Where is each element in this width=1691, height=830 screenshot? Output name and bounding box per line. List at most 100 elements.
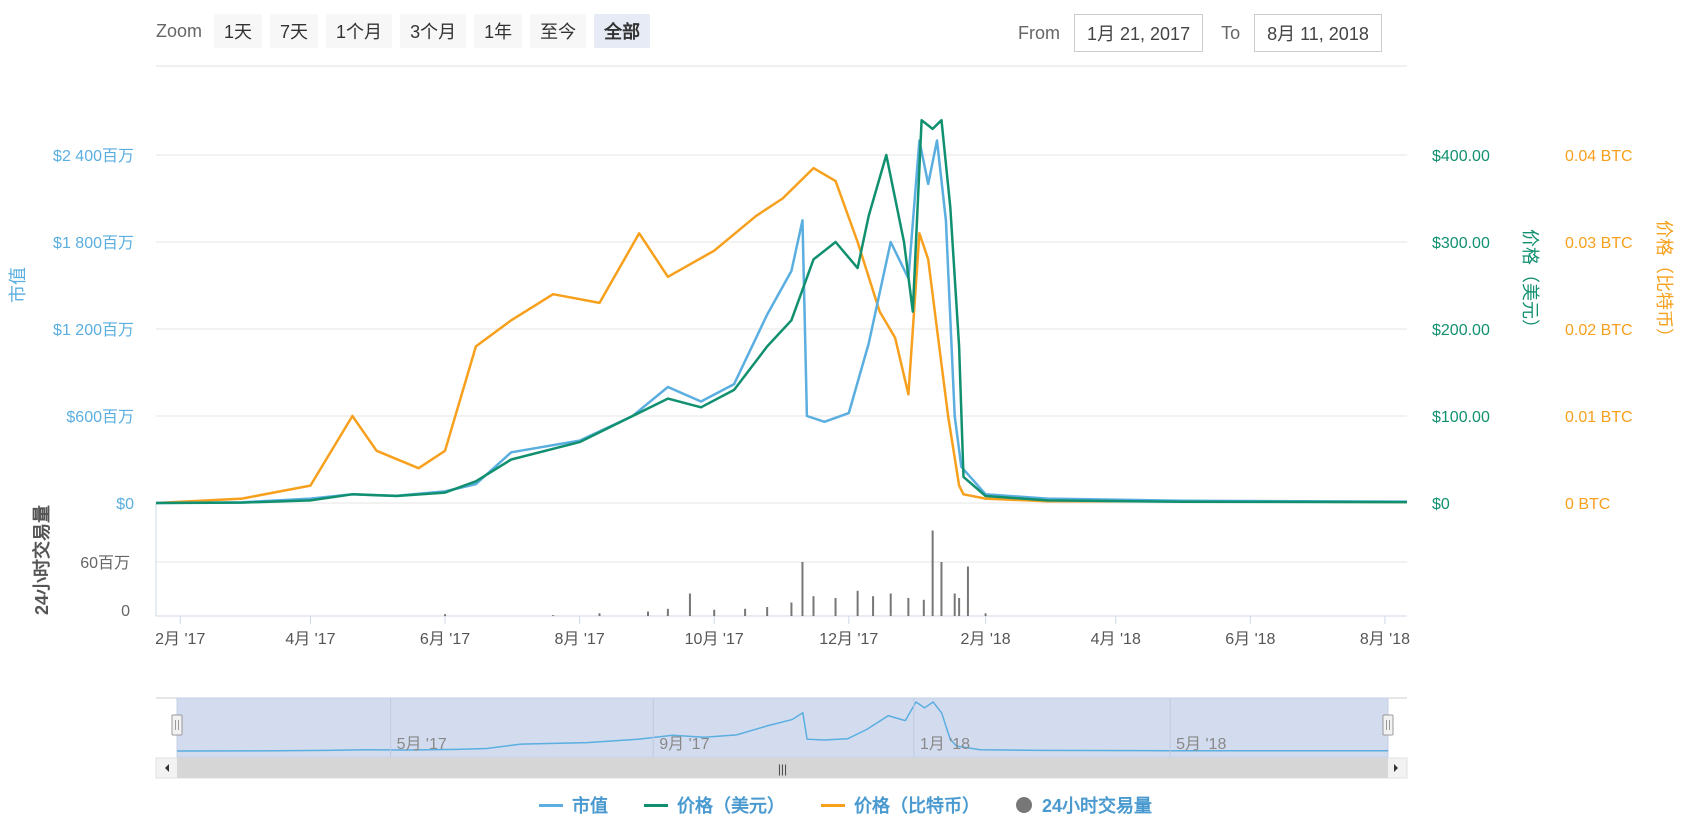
- legend-line-icon: [643, 803, 668, 807]
- from-date-input[interactable]: 1月 21, 2017: [1074, 14, 1204, 52]
- zoom-bar: Zoom 1天 7天 1个月 3个月 1年 至今 全部: [156, 14, 658, 48]
- navigator: 5月 '17 9月 '17 1月 '18 5月 '18 |||: [155, 697, 1408, 779]
- volume-bar: [907, 598, 910, 616]
- y-tick-volume: 0: [121, 603, 130, 620]
- y-tick-market-cap: $600百万: [66, 409, 134, 426]
- volume-bar: [966, 566, 969, 616]
- y-tick-price-usd: $300.00: [1432, 235, 1490, 252]
- y-tick-price-btc: 0.04 BTC: [1565, 148, 1633, 165]
- series-line-price_btc: [155, 166, 1408, 505]
- volume-bar: [552, 615, 555, 616]
- zoom-ytd-button[interactable]: 至今: [530, 14, 587, 48]
- x-tick-label: 6月 '18: [1225, 631, 1275, 648]
- series-line-market_cap: [155, 139, 1408, 505]
- volume-bar: [889, 593, 892, 616]
- y-tick-price-usd: $100.00: [1432, 409, 1490, 426]
- legend-line-icon: [820, 803, 845, 807]
- x-tick-label: 4月 '18: [1091, 631, 1141, 648]
- navigator-selection: [176, 697, 1389, 758]
- navigator-tick-label: 9月 '17: [659, 736, 709, 753]
- series-lines: [155, 118, 1408, 505]
- volume-bar: [444, 614, 447, 616]
- axis-labels: $0 $0 0 BTC $600百万 $100.00 0.01 BTC $1 200百万 $2…: [8, 148, 1674, 648]
- legend-dot-icon: [1015, 797, 1032, 813]
- y-axis-title-market-cap: 市值: [8, 267, 28, 303]
- to-label: To: [1221, 22, 1241, 43]
- x-tick-label: 8月 '17: [555, 631, 605, 648]
- scrollbar-track[interactable]: [155, 757, 1408, 779]
- legend-item-price-usd[interactable]: 价格（美元）: [643, 792, 785, 818]
- volume-bars: [444, 530, 987, 616]
- y-axis-title-price-usd: 价格（美元）: [1520, 229, 1540, 337]
- volume-bar: [984, 613, 987, 616]
- gridlines: [155, 65, 1407, 624]
- volume-bar: [931, 530, 934, 616]
- navigator-tick-label: 1月 '18: [920, 736, 970, 753]
- zoom-all-button[interactable]: 全部: [594, 14, 651, 48]
- legend-line-icon: [538, 803, 563, 807]
- legend-item-price-btc[interactable]: 价格（比特币）: [820, 792, 980, 818]
- navigator-right-handle[interactable]: [1382, 714, 1394, 736]
- to-date-input[interactable]: 8月 11, 2018: [1254, 14, 1382, 52]
- legend: 市值 价格（美元） 价格（比特币） 24小时交易量: [0, 792, 1691, 818]
- legend-label: 24小时交易量: [1041, 796, 1153, 816]
- date-range: From 1月 21, 2017 To 8月 11, 2018: [1018, 14, 1382, 52]
- y-tick-market-cap: $1 200百万: [53, 322, 134, 339]
- x-tick-label: 10月 '17: [685, 631, 744, 648]
- volume-bar: [958, 598, 961, 616]
- zoom-1m-button[interactable]: 1个月: [326, 14, 393, 48]
- volume-bar: [953, 593, 956, 616]
- volume-bar: [766, 607, 769, 616]
- y-tick-price-btc: 0.03 BTC: [1565, 235, 1633, 252]
- volume-bar: [713, 609, 716, 616]
- volume-bar: [812, 596, 815, 616]
- y-axis-title-volume: 24小时交易量: [31, 505, 52, 615]
- zoom-label: Zoom: [156, 20, 203, 41]
- volume-bar: [688, 593, 691, 616]
- volume-bar: [940, 562, 943, 616]
- y-axis-title-price-btc: 价格（比特币）: [1654, 220, 1674, 346]
- scroll-left-icon[interactable]: [165, 764, 169, 772]
- volume-bar: [598, 613, 601, 616]
- navigator-tick-label: 5月 '18: [1176, 736, 1226, 753]
- volume-bar: [790, 602, 793, 616]
- legend-label: 市值: [571, 796, 608, 816]
- volume-bar: [922, 599, 925, 616]
- chart-canvas: $0 $0 0 BTC $600百万 $100.00 0.01 BTC $1 200百万 $2…: [8, 65, 1674, 779]
- y-tick-market-cap: $1 800百万: [53, 235, 134, 252]
- volume-bar: [834, 598, 837, 616]
- volume-bar: [856, 590, 859, 616]
- y-tick-price-usd: $200.00: [1432, 322, 1490, 339]
- legend-item-market-cap[interactable]: 市值: [538, 792, 608, 818]
- volume-bar: [647, 611, 650, 616]
- navigator-tick-label: 5月 '17: [397, 736, 447, 753]
- y-tick-volume: 60百万: [80, 555, 130, 572]
- scroll-right-icon[interactable]: [1394, 764, 1398, 772]
- y-tick-price-btc: 0.02 BTC: [1565, 322, 1633, 339]
- from-label: From: [1018, 22, 1060, 43]
- x-tick-label: 12月 '17: [819, 631, 878, 648]
- zoom-7d-button[interactable]: 7天: [270, 14, 319, 48]
- zoom-1y-button[interactable]: 1年: [474, 14, 523, 48]
- scrollbar-thumb[interactable]: [177, 758, 1388, 778]
- volume-bar: [666, 608, 669, 616]
- y-tick-market-cap: $0: [116, 496, 134, 513]
- navigator-series-line: [176, 700, 1389, 752]
- x-tick-label: 8月 '18: [1360, 631, 1410, 648]
- navigator-left-handle[interactable]: [171, 714, 183, 736]
- y-tick-price-usd: $400.00: [1432, 148, 1490, 165]
- y-tick-price-btc: 0.01 BTC: [1565, 409, 1633, 426]
- volume-bar: [744, 608, 747, 616]
- x-tick-label: 6月 '17: [420, 631, 470, 648]
- x-tick-label: 4月 '17: [285, 631, 335, 648]
- legend-item-volume[interactable]: 24小时交易量: [1015, 792, 1153, 818]
- series-line-price_usd: [155, 118, 1408, 505]
- volume-bar: [872, 596, 875, 616]
- x-tick-label: 2月 '17: [155, 631, 205, 648]
- scrollbar-grip-icon: |||: [778, 762, 787, 776]
- legend-label: 价格（美元）: [676, 796, 785, 816]
- zoom-1d-button[interactable]: 1天: [214, 14, 263, 48]
- x-tick-label: 2月 '18: [960, 631, 1010, 648]
- zoom-3m-button[interactable]: 3个月: [400, 14, 467, 48]
- y-tick-price-usd: $0: [1432, 496, 1450, 513]
